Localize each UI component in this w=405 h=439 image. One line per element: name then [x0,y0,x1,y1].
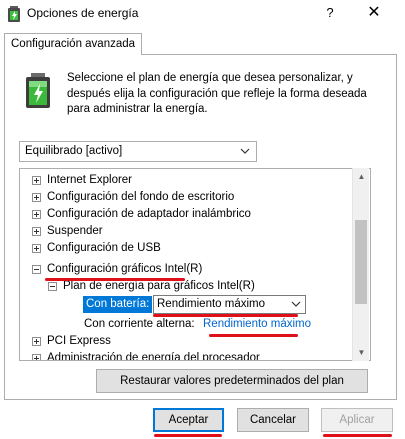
expand-plus-icon[interactable] [32,176,41,185]
tree-item-label: Internet Explorer [47,174,133,186]
title-bar: Opciones de energía ? ✕ [0,0,405,28]
tree-item-label: Configuración gráficos Intel(R) [47,263,203,275]
annotation-underline-accept [154,434,222,437]
scroll-up-arrow-icon[interactable]: ▲ [353,168,370,185]
expand-plus-icon[interactable] [32,244,41,253]
annotation-underline-ac [209,334,298,337]
intro-description: Seleccione el plan de energía que desea … [67,72,367,115]
tree-item-label: Administración de energía del procesador [47,352,260,361]
power-options-icon [8,6,20,22]
scrollbar-thumb[interactable] [355,220,367,304]
chevron-down-icon [240,148,250,154]
expand-plus-icon[interactable] [32,227,41,236]
expand-plus-icon[interactable] [32,193,41,202]
ac-setting-link[interactable]: Rendimiento máximo [203,316,311,333]
apply-button[interactable]: Aplicar [321,408,393,432]
collapse-minus-icon[interactable] [32,265,41,274]
annotation-underline-graphics [45,278,185,281]
expand-plus-icon[interactable] [32,354,41,360]
battery-setting-select[interactable]: Rendimiento máximo [153,295,306,314]
power-plan-select[interactable]: Equilibrado [activo] [19,141,257,162]
chevron-down-icon [291,301,301,307]
collapse-minus-icon[interactable] [48,282,57,291]
battery-setting-value: Rendimiento máximo [157,298,266,310]
battery-setting-label[interactable]: Con batería: [83,296,153,313]
tree-item-label: Configuración del fondo de escritorio [47,191,235,203]
power-plan-value: Equilibrado [activo] [25,145,123,157]
help-button[interactable]: ? [318,3,342,23]
tree-scrollbar[interactable]: ▲ ▼ [352,168,369,361]
restore-defaults-button[interactable]: Restaurar valores predeterminados del pl… [96,369,368,393]
scroll-down-arrow-icon[interactable]: ▼ [353,344,370,361]
annotation-underline-battery [153,314,298,317]
expand-plus-icon[interactable] [32,210,41,219]
tree-item-label: Configuración de adaptador inalámbrico [47,208,251,220]
settings-tree[interactable]: Internet Explorer Configuración del fond… [19,168,371,361]
tree-item-label: Configuración de USB [47,242,161,254]
accept-button[interactable]: Aceptar [153,408,224,432]
close-button[interactable]: ✕ [362,3,386,23]
battery-plan-icon [26,73,50,108]
expand-plus-icon[interactable] [32,337,41,346]
cancel-button[interactable]: Cancelar [237,408,309,432]
tree-item-label: PCI Express [47,335,111,347]
ac-setting-label: Con corriente alterna: [84,318,195,330]
annotation-underline-apply [323,434,392,437]
tree-item-label: Suspender [47,225,103,237]
tab-advanced-settings[interactable]: Configuración avanzada [4,33,143,55]
window-title: Opciones de energía [27,6,139,20]
